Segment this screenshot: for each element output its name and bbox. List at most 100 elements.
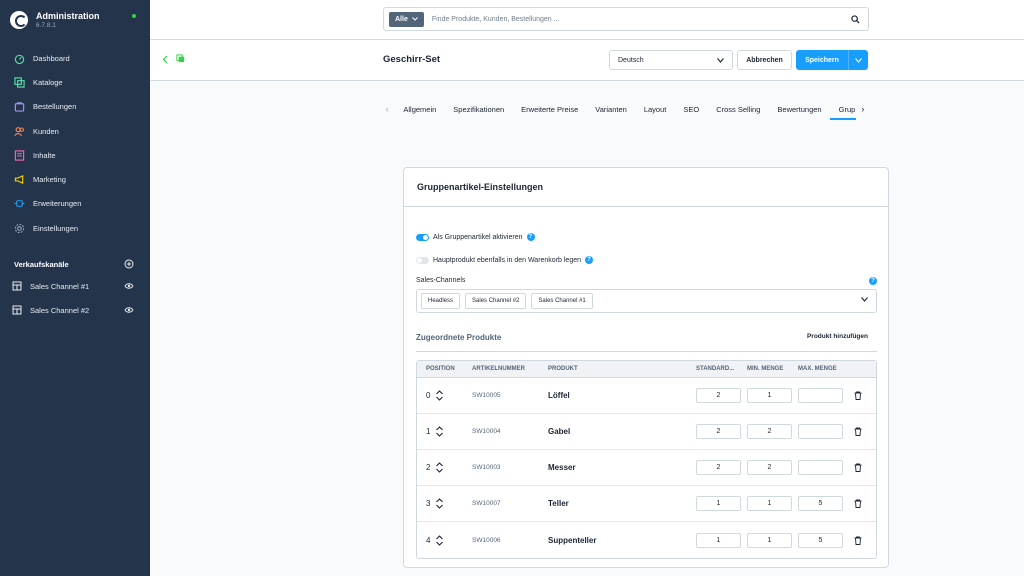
back-chevron-icon[interactable] xyxy=(162,55,168,64)
save-button[interactable]: Speichern xyxy=(796,50,868,70)
search-icon[interactable] xyxy=(851,14,860,24)
global-search[interactable]: Alle Finde Produkte, Kunden, Bestellunge… xyxy=(383,7,869,31)
min-quantity-input[interactable]: 2 xyxy=(747,424,792,439)
help-icon[interactable]: ? xyxy=(526,233,535,241)
customers-icon xyxy=(14,126,24,136)
orders-icon xyxy=(14,102,25,112)
tabs-scroll-right-icon[interactable]: › xyxy=(856,98,870,114)
max-quantity-input[interactable]: 5 xyxy=(798,496,843,511)
product-name[interactable]: Messer xyxy=(548,463,696,472)
trash-icon[interactable] xyxy=(854,391,862,400)
main-product-cart-toggle[interactable] xyxy=(416,256,429,264)
tab-reviews[interactable]: Bewertungen xyxy=(768,98,829,120)
sidebar-item-settings[interactable]: Einstellungen xyxy=(0,216,150,240)
brand[interactable]: Administration 6.7.8.1 xyxy=(0,0,150,40)
help-icon[interactable]: ? xyxy=(585,256,594,264)
standard-quantity-input[interactable]: 1 xyxy=(696,496,741,511)
tab-group-article[interactable]: Grup xyxy=(829,98,856,120)
position-value: 0 xyxy=(426,391,431,400)
position-value: 2 xyxy=(426,463,431,472)
max-quantity-input[interactable] xyxy=(798,424,843,439)
trash-icon[interactable] xyxy=(854,427,862,436)
sales-channels-select[interactable]: Headless Sales Channel #2 Sales Channel … xyxy=(416,289,877,313)
sidebar-item-label: Sales Channel #1 xyxy=(30,281,90,291)
sidebar-item-label: Einstellungen xyxy=(33,223,79,233)
move-down-icon[interactable] xyxy=(436,432,444,437)
language-select[interactable]: Deutsch xyxy=(609,50,733,70)
product-name[interactable]: Teller xyxy=(548,499,696,508)
sidebar-item-customers[interactable]: Kunden xyxy=(0,119,150,143)
move-down-icon[interactable] xyxy=(436,504,444,509)
max-quantity-input[interactable] xyxy=(798,388,843,403)
standard-quantity-input[interactable]: 2 xyxy=(696,460,741,475)
eye-icon[interactable] xyxy=(124,282,134,290)
group-article-toggle[interactable] xyxy=(416,233,429,241)
move-down-icon[interactable] xyxy=(436,396,444,401)
max-quantity-input[interactable]: 5 xyxy=(798,532,843,548)
move-up-icon[interactable] xyxy=(436,462,444,467)
save-options-dropdown[interactable] xyxy=(848,50,868,70)
add-sales-channel-icon[interactable] xyxy=(124,259,134,269)
tabs-scroll-left-icon[interactable]: ‹ xyxy=(380,98,394,114)
trash-icon[interactable] xyxy=(854,463,862,472)
standard-quantity-input[interactable]: 2 xyxy=(696,424,741,439)
sales-channel-chip[interactable]: Headless xyxy=(421,293,461,309)
card-title: Gruppenartikel-Einstellungen xyxy=(404,168,888,207)
sidebar-item-label: Marketing xyxy=(33,175,66,185)
move-down-icon[interactable] xyxy=(436,541,444,546)
eye-icon[interactable] xyxy=(124,306,134,314)
app-version: 6.7.8.1 xyxy=(36,22,56,29)
max-quantity-input[interactable] xyxy=(798,460,843,475)
move-up-icon[interactable] xyxy=(436,390,444,395)
move-up-icon[interactable] xyxy=(436,498,444,503)
product-name[interactable]: Gabel xyxy=(548,427,696,436)
sales-channels-title: Verkaufskanäle xyxy=(14,259,69,269)
tab-advanced-prices[interactable]: Erweiterte Preise xyxy=(512,98,586,120)
min-quantity-input[interactable]: 2 xyxy=(747,460,792,475)
sidebar-item-extensions[interactable]: Erweiterungen xyxy=(0,192,150,216)
standard-quantity-input[interactable]: 2 xyxy=(696,388,741,403)
sidebar-item-sales-channel-2[interactable]: Sales Channel #2 xyxy=(0,298,150,322)
product-name[interactable]: Suppenteller xyxy=(548,536,696,545)
sidebar-item-label: Erweiterungen xyxy=(33,199,82,209)
min-quantity-input[interactable]: 1 xyxy=(747,532,792,548)
table-row: 1 SW10004 Gabel 2 2 xyxy=(417,414,876,450)
article-number: SW10007 xyxy=(472,500,501,507)
sidebar-item-content[interactable]: Inhalte xyxy=(0,143,150,167)
sidebar-item-catalog[interactable]: Kataloge xyxy=(0,70,150,94)
cancel-button[interactable]: Abbrechen xyxy=(737,50,792,70)
min-quantity-input[interactable]: 1 xyxy=(747,388,792,403)
storefront-icon xyxy=(12,305,22,315)
standard-quantity-input[interactable]: 1 xyxy=(696,532,741,548)
tab-specifications[interactable]: Spezifikationen xyxy=(444,98,512,120)
sidebar: Administration 6.7.8.1 Dashboard Katalog… xyxy=(0,0,150,576)
table-row: 3 SW10007 Teller 1 1 5 xyxy=(417,486,876,522)
copy-icon[interactable] xyxy=(176,54,185,63)
sidebar-item-sales-channel-1[interactable]: Sales Channel #1 xyxy=(0,274,150,298)
trash-icon[interactable] xyxy=(854,536,862,545)
sales-channel-chip[interactable]: Sales Channel #2 xyxy=(465,293,527,309)
add-product-button[interactable]: Produkt hinzufügen xyxy=(807,333,868,340)
min-quantity-input[interactable]: 1 xyxy=(747,496,792,511)
help-icon[interactable]: ? xyxy=(869,277,877,285)
sidebar-item-dashboard[interactable]: Dashboard xyxy=(0,46,150,70)
sidebar-item-marketing[interactable]: Marketing xyxy=(0,167,150,191)
sidebar-item-orders[interactable]: Bestellungen xyxy=(0,95,150,119)
product-name[interactable]: Löffel xyxy=(548,391,696,400)
sales-channel-chip[interactable]: Sales Channel #1 xyxy=(531,293,593,309)
move-up-icon[interactable] xyxy=(436,534,444,540)
tab-seo[interactable]: SEO xyxy=(674,98,707,120)
sales-channels-header: Verkaufskanäle xyxy=(0,254,150,274)
chevron-down-icon xyxy=(861,297,868,302)
move-up-icon[interactable] xyxy=(436,426,444,431)
tab-general[interactable]: Allgemein xyxy=(394,98,444,120)
search-input[interactable]: Finde Produkte, Kunden, Bestellungen ... xyxy=(432,16,851,23)
sales-channels-label: Sales-Channels xyxy=(416,277,466,284)
tab-layout[interactable]: Layout xyxy=(635,98,675,120)
trash-icon[interactable] xyxy=(854,499,862,508)
search-filter-dropdown[interactable]: Alle xyxy=(389,11,424,27)
sidebar-item-label: Kunden xyxy=(33,126,59,136)
move-down-icon[interactable] xyxy=(436,468,444,473)
tab-variants[interactable]: Varianten xyxy=(586,98,635,120)
tab-cross-selling[interactable]: Cross Selling xyxy=(707,98,768,120)
